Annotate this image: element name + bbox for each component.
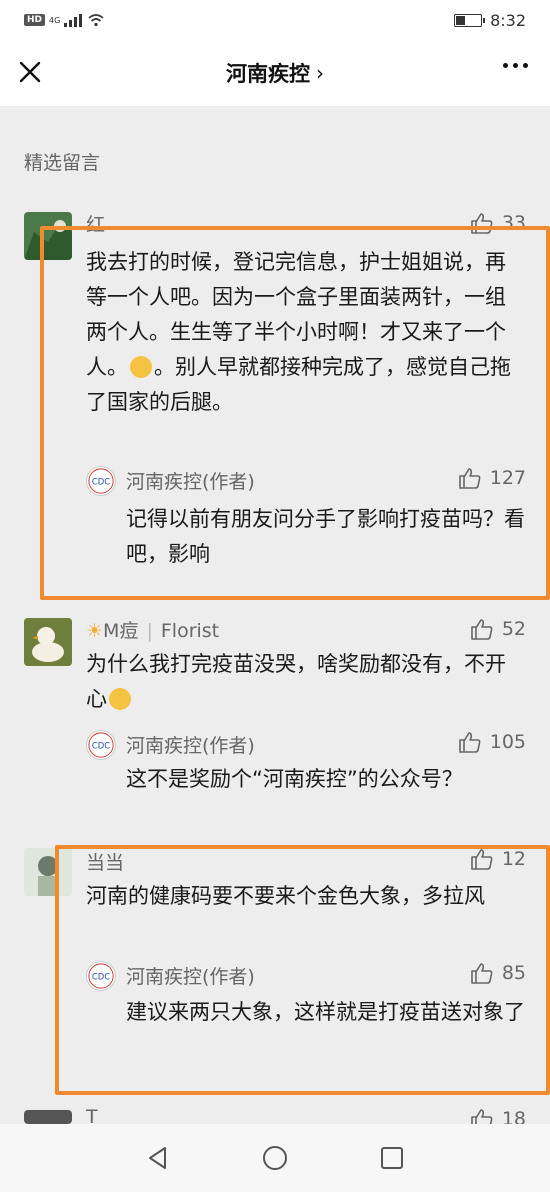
close-icon[interactable] xyxy=(14,56,46,88)
avatar[interactable] xyxy=(24,848,72,896)
signal-icon xyxy=(64,13,83,27)
thumbs-up-icon xyxy=(458,468,481,489)
avatar[interactable] xyxy=(24,1110,72,1124)
comment-text: 我去打的时候，登记完信息，护士姐姐说，再等一个人吧。因为一个盒子里面装两针，一组… xyxy=(86,245,526,420)
section-title: 精选留言 xyxy=(24,152,101,174)
svg-text:CDC: CDC xyxy=(92,741,110,751)
sun-icon: ☀ xyxy=(86,620,104,642)
network-type: 4G xyxy=(49,15,61,25)
like-button[interactable]: 52 xyxy=(470,618,526,640)
page-title[interactable]: 河南疾控 xyxy=(226,58,310,88)
thumbs-up-icon xyxy=(458,732,481,753)
reply-text: 建议来两只大象，这样就是打疫苗送对象了 xyxy=(126,1000,525,1024)
like-button[interactable]: 33 xyxy=(470,212,526,234)
comment-author[interactable]: 红 xyxy=(86,210,105,237)
avatar[interactable] xyxy=(24,618,72,666)
reply-text: 这不是奖励个“河南疾控”的公众号？ xyxy=(126,767,463,791)
recent-square-icon[interactable] xyxy=(379,1145,405,1171)
svg-text:CDC: CDC xyxy=(92,972,110,982)
reply-like-button[interactable]: 105 xyxy=(458,731,526,753)
status-right: 8:32 xyxy=(454,11,526,30)
like-count: 52 xyxy=(501,618,526,640)
like-count: 12 xyxy=(501,848,526,870)
reply-like-count: 127 xyxy=(489,467,526,489)
comment-text: 为什么我打完疫苗没哭，啥奖励都没有，不开心 xyxy=(86,647,526,717)
reply-text: 记得以前有朋友问分手了影响打疫苗吗？看吧，影响 xyxy=(126,507,525,566)
crying-face-icon xyxy=(130,356,152,378)
like-count: 33 xyxy=(501,212,526,234)
comment-author[interactable]: ☀M痘 | Florist xyxy=(86,616,219,643)
reply-like-button[interactable]: 127 xyxy=(458,467,526,489)
home-circle-icon[interactable] xyxy=(262,1145,288,1171)
thumbs-up-icon xyxy=(471,963,493,984)
separator: | xyxy=(146,620,153,642)
wifi-icon xyxy=(88,14,104,27)
reply-author[interactable]: 河南疾控(作者) xyxy=(126,467,255,494)
system-nav-bar xyxy=(0,1124,550,1192)
comment-author[interactable]: 当当 xyxy=(86,848,124,875)
thumbs-up-icon xyxy=(471,619,493,640)
like-button[interactable]: 12 xyxy=(470,848,526,870)
author-logo-icon: CDC xyxy=(86,961,116,991)
more-icon[interactable] xyxy=(503,63,528,68)
chevron-right-icon[interactable]: › xyxy=(316,61,324,85)
clock: 8:32 xyxy=(490,10,526,30)
reply-like-count: 105 xyxy=(489,731,526,753)
comment-author-name: M痘 xyxy=(103,620,139,642)
hd-badge: HD xyxy=(24,14,46,26)
status-bar: HD 4G 8:32 xyxy=(0,0,550,40)
reply-author[interactable]: 河南疾控(作者) xyxy=(126,962,255,989)
thumbs-up-icon xyxy=(471,849,493,870)
frowning-face-icon xyxy=(109,688,131,710)
author-logo-icon: CDC xyxy=(86,466,116,496)
back-triangle-icon[interactable] xyxy=(145,1145,171,1171)
avatar[interactable] xyxy=(24,212,72,260)
svg-text:CDC: CDC xyxy=(92,477,110,487)
nav-bar: 河南疾控 › xyxy=(0,40,550,106)
reply-author[interactable]: 河南疾控(作者) xyxy=(126,731,255,758)
reply-like-count: 85 xyxy=(501,962,526,984)
comment-text-body: 为什么我打完疫苗没哭，啥奖励都没有，不开心 xyxy=(86,652,506,711)
comment-author-tag: Florist xyxy=(160,620,220,642)
comment-text: 河南的健康码要不要来个金色大象，多拉风 xyxy=(86,884,485,908)
battery-icon xyxy=(454,13,486,27)
author-logo-icon: CDC xyxy=(86,730,116,760)
thumbs-up-icon xyxy=(471,213,493,234)
reply-like-button[interactable]: 85 xyxy=(470,962,526,984)
